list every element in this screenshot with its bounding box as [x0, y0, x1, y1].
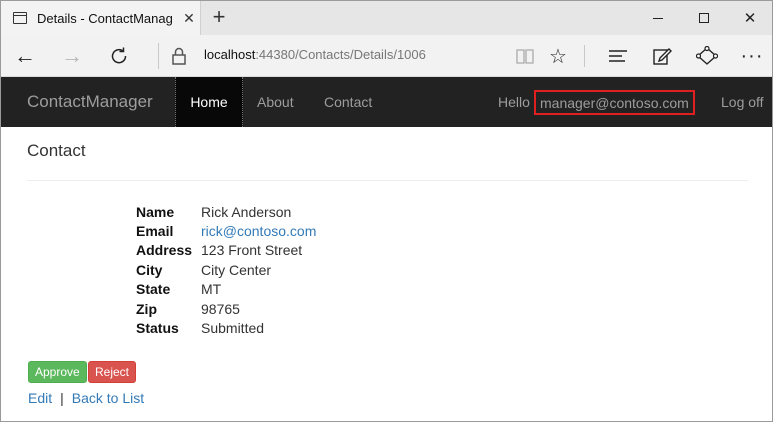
forward-button[interactable]: → — [57, 42, 87, 70]
divider — [27, 180, 748, 181]
page-title: Contact — [27, 141, 86, 160]
title-bar: Details - ContactManag ✕ + ✕ — [1, 1, 772, 35]
refresh-button[interactable] — [104, 42, 134, 70]
minimize-button[interactable] — [635, 1, 681, 35]
favorite-star-icon: ☆ — [549, 45, 567, 68]
email-label: Email — [136, 223, 174, 240]
city-value: City Center — [201, 261, 272, 278]
detail-row-address: Address 123 Front Street — [136, 241, 316, 260]
site-navbar: ContactManager Home About Contact Hello … — [1, 77, 772, 127]
address-bar: ← → localhost:44380/Contacts/Details/100… — [1, 35, 772, 77]
brand-link[interactable]: ContactManager — [27, 92, 153, 112]
status-label: Status — [136, 320, 179, 337]
more-button[interactable]: ··· — [738, 43, 766, 69]
state-value: MT — [201, 281, 222, 298]
email-link[interactable]: rick@contoso.com — [201, 223, 316, 239]
web-note-button[interactable] — [648, 43, 676, 69]
share-icon — [696, 46, 718, 65]
hub-button[interactable] — [604, 43, 632, 69]
close-icon: ✕ — [743, 10, 757, 27]
edit-link[interactable]: Edit — [28, 390, 52, 406]
maximize-button[interactable] — [681, 1, 727, 35]
back-icon: ← — [14, 43, 36, 68]
detail-row-status: Status Submitted — [136, 318, 316, 337]
browser-window: Details - ContactManag ✕ + ✕ ← → localho… — [0, 0, 773, 422]
refresh-icon — [111, 47, 127, 64]
tab-close-icon[interactable]: ✕ — [181, 10, 197, 27]
name-label: Name — [136, 203, 175, 220]
page-icon — [13, 12, 27, 24]
status-value: Submitted — [201, 320, 265, 337]
new-tab-button[interactable]: + — [207, 5, 231, 31]
user-email-link[interactable]: manager@contoso.com — [534, 90, 695, 115]
city-label: City — [136, 261, 163, 278]
detail-row-city: City City Center — [136, 260, 316, 279]
state-label: State — [136, 281, 171, 298]
zip-value: 98765 — [201, 300, 240, 317]
detail-row-zip: Zip 98765 — [136, 299, 316, 318]
forward-icon: → — [61, 43, 83, 68]
more-icon: ··· — [740, 44, 764, 67]
zip-label: Zip — [136, 300, 157, 317]
approve-button[interactable]: Approve — [28, 361, 87, 383]
toolbar-separator — [584, 45, 585, 67]
detail-row-email: Email rick@contoso.com — [136, 221, 316, 240]
reading-view-icon — [516, 49, 534, 64]
web-note-icon — [653, 48, 672, 65]
detail-row-state: State MT — [136, 280, 316, 299]
address-separator — [158, 43, 159, 69]
nav-contact[interactable]: Contact — [324, 77, 372, 127]
name-value: Rick Anderson — [201, 203, 292, 220]
back-to-list-link[interactable]: Back to List — [72, 390, 144, 406]
minimize-icon — [653, 17, 663, 19]
reject-button[interactable]: Reject — [88, 361, 137, 383]
address-label: Address — [136, 242, 193, 259]
url-host: localhost — [204, 47, 256, 62]
contact-details: Name Rick Anderson Email rick@contoso.com … — [136, 202, 316, 338]
hello-text: Hello — [498, 94, 530, 110]
link-separator: | — [60, 390, 64, 406]
url-path: :44380/Contacts/Details/1006 — [255, 47, 426, 62]
share-button[interactable] — [693, 43, 721, 69]
logoff-link[interactable]: Log off — [721, 94, 764, 110]
reading-view-button[interactable] — [511, 43, 539, 69]
back-button[interactable]: ← — [10, 42, 40, 70]
browser-tab[interactable]: Details - ContactManag ✕ — [1, 1, 201, 35]
hub-icon — [609, 50, 627, 62]
maximize-icon — [699, 13, 709, 23]
nav-about[interactable]: About — [257, 77, 294, 127]
tab-title: Details - ContactManag — [37, 10, 173, 26]
close-window-button[interactable]: ✕ — [727, 1, 772, 35]
nav-home[interactable]: Home — [175, 77, 243, 127]
footer-links: Edit | Back to List — [28, 390, 144, 406]
url-field[interactable]: localhost:44380/Contacts/Details/1006 — [204, 47, 426, 62]
detail-row-name: Name Rick Anderson — [136, 202, 316, 221]
favorite-button[interactable]: ☆ — [544, 43, 572, 69]
lock-icon — [172, 47, 186, 65]
address-value: 123 Front Street — [201, 242, 303, 259]
